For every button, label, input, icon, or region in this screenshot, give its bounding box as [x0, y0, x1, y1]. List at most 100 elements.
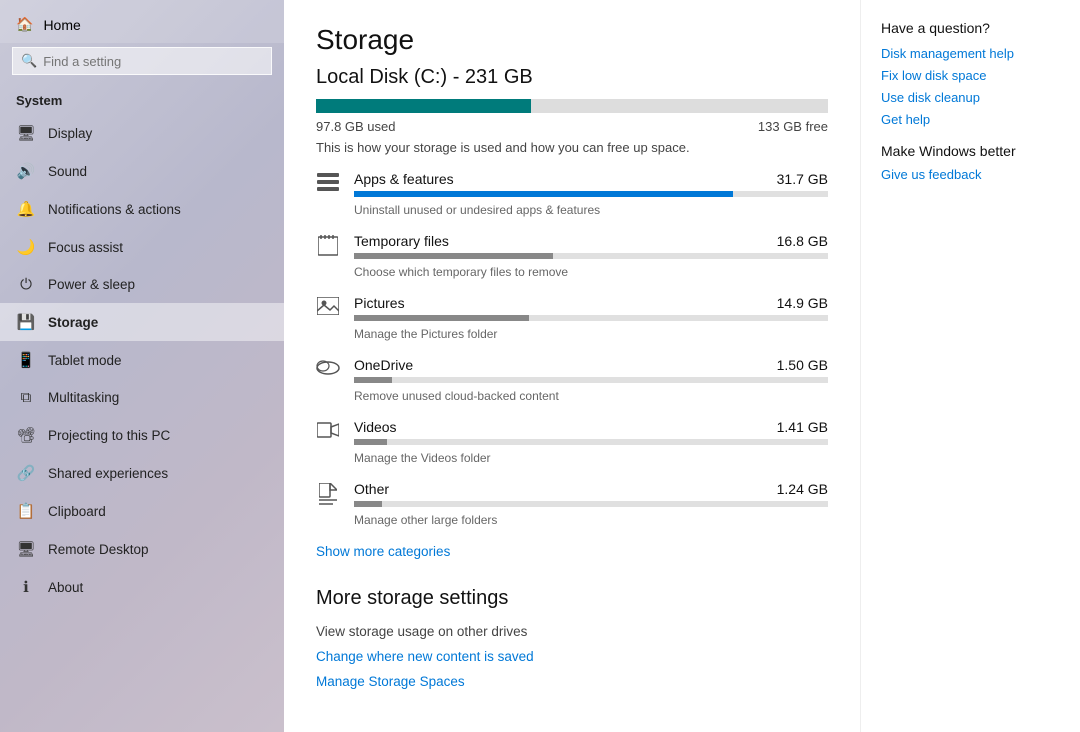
sidebar: 🏠 Home 🔍 System 🖥 Display 🔊 Sound 🔔 Noti… — [0, 0, 284, 732]
tablet-icon: 📱 — [16, 351, 36, 369]
pictures-bar — [354, 315, 828, 321]
notifications-icon: 🔔 — [16, 200, 36, 218]
other-desc: Manage other large folders — [354, 513, 497, 527]
sidebar-item-storage[interactable]: 💾 Storage — [0, 303, 284, 341]
focus-icon: 🌙 — [16, 238, 36, 256]
pictures-name: Pictures — [354, 295, 405, 311]
sidebar-home-label: Home — [43, 17, 80, 33]
pictures-size: 14.9 GB — [777, 295, 828, 311]
sidebar-item-focus[interactable]: 🌙 Focus assist — [0, 228, 284, 266]
search-input[interactable] — [43, 54, 263, 69]
category-other[interactable]: Other 1.24 GB Manage other large folders — [316, 481, 828, 527]
make-better-label: Make Windows better — [881, 143, 1060, 159]
apps-desc: Uninstall unused or undesired apps & fea… — [354, 203, 600, 217]
sidebar-item-notifications[interactable]: 🔔 Notifications & actions — [0, 190, 284, 228]
view-usage-label: View storage usage on other drives — [316, 624, 828, 639]
sound-icon: 🔊 — [16, 162, 36, 180]
main-content: Storage Local Disk (C:) - 231 GB 97.8 GB… — [284, 0, 860, 732]
storage-description: This is how your storage is used and how… — [316, 140, 828, 155]
storage-bar-fill — [316, 99, 531, 113]
videos-bar — [354, 439, 828, 445]
sidebar-search-box[interactable]: 🔍 — [12, 47, 272, 75]
sidebar-item-label: Focus assist — [48, 240, 123, 255]
category-onedrive[interactable]: OneDrive 1.50 GB Remove unused cloud-bac… — [316, 357, 828, 403]
pictures-icon — [316, 297, 340, 320]
apps-bar — [354, 191, 828, 197]
manage-spaces-link[interactable]: Manage Storage Spaces — [316, 674, 828, 689]
remote-icon: 🖥 — [16, 540, 36, 558]
multitasking-icon: ⧉ — [16, 389, 36, 406]
category-temp[interactable]: Temporary files 16.8 GB Choose which tem… — [316, 233, 828, 279]
onedrive-name: OneDrive — [354, 357, 413, 373]
temp-desc: Choose which temporary files to remove — [354, 265, 568, 279]
get-help-link[interactable]: Get help — [881, 112, 1060, 127]
sidebar-item-about[interactable]: ℹ About — [0, 568, 284, 606]
sidebar-item-remote[interactable]: 🖥 Remote Desktop — [0, 530, 284, 568]
sidebar-item-shared[interactable]: 🔗 Shared experiences — [0, 454, 284, 492]
feedback-link[interactable]: Give us feedback — [881, 167, 1060, 182]
sidebar-item-label: Power & sleep — [48, 277, 135, 292]
onedrive-desc: Remove unused cloud-backed content — [354, 389, 559, 403]
onedrive-bar — [354, 377, 828, 383]
sidebar-section-label: System — [0, 85, 284, 114]
sidebar-item-label: Shared experiences — [48, 466, 168, 481]
temp-size: 16.8 GB — [777, 233, 828, 249]
disk-management-link[interactable]: Disk management help — [881, 46, 1060, 61]
other-size: 1.24 GB — [777, 481, 828, 497]
show-more-link[interactable]: Show more categories — [316, 544, 450, 559]
page-title: Storage — [316, 24, 828, 56]
search-icon: 🔍 — [21, 53, 37, 69]
temp-name: Temporary files — [354, 233, 449, 249]
sidebar-item-sound[interactable]: 🔊 Sound — [0, 152, 284, 190]
videos-desc: Manage the Videos folder — [354, 451, 491, 465]
disk-title: Local Disk (C:) - 231 GB — [316, 66, 828, 89]
sidebar-item-tablet[interactable]: 📱 Tablet mode — [0, 341, 284, 379]
sidebar-item-projecting[interactable]: 📽 Projecting to this PC — [0, 416, 284, 454]
category-pictures[interactable]: Pictures 14.9 GB Manage the Pictures fol… — [316, 295, 828, 341]
apps-size: 31.7 GB — [777, 171, 828, 187]
onedrive-size: 1.50 GB — [777, 357, 828, 373]
sidebar-item-label: Notifications & actions — [48, 202, 181, 217]
projecting-icon: 📽 — [16, 426, 36, 444]
use-cleanup-link[interactable]: Use disk cleanup — [881, 90, 1060, 105]
clipboard-icon: 📋 — [16, 502, 36, 520]
more-storage-title: More storage settings — [316, 587, 828, 610]
storage-bar-container — [316, 99, 828, 113]
videos-name: Videos — [354, 419, 397, 435]
apps-name: Apps & features — [354, 171, 454, 187]
storage-icon: 💾 — [16, 313, 36, 331]
sidebar-item-display[interactable]: 🖥 Display — [0, 114, 284, 152]
sidebar-item-label: Display — [48, 126, 92, 141]
sidebar-item-multitasking[interactable]: ⧉ Multitasking — [0, 379, 284, 416]
sidebar-item-power[interactable]: ⏻ Power & sleep — [0, 266, 284, 303]
sidebar-item-label: Tablet mode — [48, 353, 122, 368]
videos-size: 1.41 GB — [777, 419, 828, 435]
sidebar-item-label: Storage — [48, 315, 98, 330]
sidebar-item-label: Sound — [48, 164, 87, 179]
videos-icon — [316, 421, 340, 444]
sidebar-item-label: Remote Desktop — [48, 542, 149, 557]
other-icon — [316, 483, 340, 510]
temp-icon — [316, 235, 340, 262]
other-bar — [354, 501, 828, 507]
power-icon: ⏻ — [16, 276, 36, 293]
storage-stats: 97.8 GB used 133 GB free — [316, 119, 828, 134]
free-label: 133 GB free — [758, 119, 828, 134]
apps-icon — [316, 173, 340, 196]
right-panel: Have a question? Disk management help Fi… — [860, 0, 1080, 732]
sidebar-item-label: Clipboard — [48, 504, 106, 519]
other-name: Other — [354, 481, 389, 497]
sidebar-item-clipboard[interactable]: 📋 Clipboard — [0, 492, 284, 530]
about-icon: ℹ — [16, 578, 36, 596]
change-content-link[interactable]: Change where new content is saved — [316, 649, 828, 664]
onedrive-icon — [316, 359, 340, 380]
category-apps[interactable]: Apps & features 31.7 GB Uninstall unused… — [316, 171, 828, 217]
sidebar-home[interactable]: 🏠 Home — [0, 0, 284, 43]
shared-icon: 🔗 — [16, 464, 36, 482]
used-label: 97.8 GB used — [316, 119, 396, 134]
sidebar-item-label: Multitasking — [48, 390, 119, 405]
temp-bar — [354, 253, 828, 259]
pictures-desc: Manage the Pictures folder — [354, 327, 497, 341]
fix-disk-link[interactable]: Fix low disk space — [881, 68, 1060, 83]
category-videos[interactable]: Videos 1.41 GB Manage the Videos folder — [316, 419, 828, 465]
